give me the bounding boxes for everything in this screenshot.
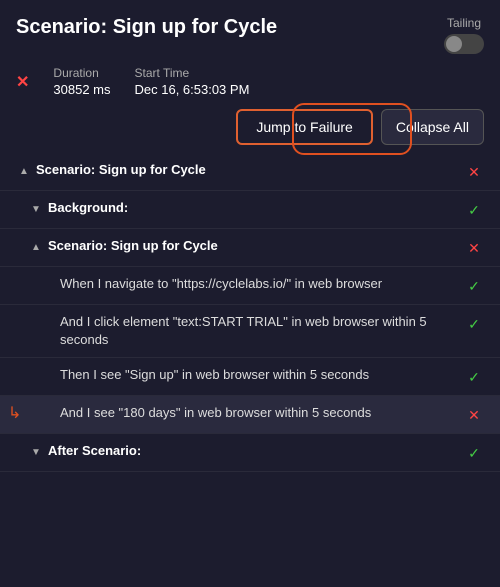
fail-icon: ✕ bbox=[464, 162, 484, 182]
duration-value: 30852 ms bbox=[53, 82, 110, 97]
tree-item[interactable]: ▼After Scenario: ✓ bbox=[0, 434, 500, 472]
toggle-knob bbox=[446, 36, 462, 52]
meta-row: ✕ Duration 30852 ms Start Time Dec 16, 6… bbox=[0, 62, 500, 105]
pass-icon: ✓ bbox=[464, 443, 484, 463]
fail-icon: ✕ bbox=[464, 238, 484, 258]
collapse-all-button[interactable]: Collapse All bbox=[381, 109, 484, 145]
tailing-section: Tailing bbox=[444, 16, 484, 54]
action-row: Jump to Failure Collapse All bbox=[0, 105, 500, 153]
item-text: After Scenario: bbox=[48, 442, 456, 460]
item-text: Scenario: Sign up for Cycle bbox=[48, 237, 456, 255]
header: Scenario: Sign up for Cycle Tailing bbox=[0, 0, 500, 62]
expand-icon[interactable]: ▲ bbox=[28, 239, 44, 255]
duration-label: Duration bbox=[53, 66, 110, 80]
tree-item[interactable]: ▲Scenario: Sign up for Cycle ✕ bbox=[0, 153, 500, 191]
tree-list: ▲Scenario: Sign up for Cycle✕▼Background… bbox=[0, 153, 500, 587]
spacer-icon bbox=[40, 315, 56, 331]
expand-icon[interactable]: ▼ bbox=[28, 444, 44, 460]
item-text: And I see "180 days" in web browser with… bbox=[60, 404, 456, 422]
tree-item[interactable]: When I navigate to "https://cyclelabs.io… bbox=[0, 267, 500, 305]
pass-icon: ✓ bbox=[464, 314, 484, 334]
tree-item[interactable]: ▲Scenario: Sign up for Cycle ✕ bbox=[0, 229, 500, 267]
item-text: Background: bbox=[48, 199, 456, 217]
page-title: Scenario: Sign up for Cycle bbox=[16, 16, 277, 39]
start-time-group: Start Time Dec 16, 6:53:03 PM bbox=[135, 66, 250, 97]
spacer-icon bbox=[40, 406, 56, 422]
tree-item[interactable]: Then I see "Sign up" in web browser with… bbox=[0, 358, 500, 396]
item-text: Scenario: Sign up for Cycle bbox=[36, 161, 456, 179]
item-text: And I click element "text:START TRIAL" i… bbox=[60, 313, 456, 349]
expand-icon[interactable]: ▲ bbox=[16, 163, 32, 179]
app-container: Scenario: Sign up for Cycle Tailing ✕ Du… bbox=[0, 0, 500, 587]
tree-item[interactable]: And I see "180 days" in web browser with… bbox=[0, 396, 500, 434]
pass-icon: ✓ bbox=[464, 200, 484, 220]
start-time-label: Start Time bbox=[135, 66, 250, 80]
spacer-icon bbox=[40, 277, 56, 293]
fail-icon: ✕ bbox=[464, 405, 484, 425]
close-button[interactable]: ✕ bbox=[16, 72, 29, 92]
tree-item[interactable]: And I click element "text:START TRIAL" i… bbox=[0, 305, 500, 358]
start-time-value: Dec 16, 6:53:03 PM bbox=[135, 82, 250, 97]
pass-icon: ✓ bbox=[464, 367, 484, 387]
tailing-label: Tailing bbox=[447, 16, 481, 30]
expand-icon[interactable]: ▼ bbox=[28, 201, 44, 217]
item-text: When I navigate to "https://cyclelabs.io… bbox=[60, 275, 456, 293]
tree-container: ▲Scenario: Sign up for Cycle✕▼Background… bbox=[0, 153, 500, 472]
item-text: Then I see "Sign up" in web browser with… bbox=[60, 366, 456, 384]
arrow-annotation-icon: ↳ bbox=[8, 403, 21, 423]
spacer-icon bbox=[40, 368, 56, 384]
tailing-toggle[interactable] bbox=[444, 34, 484, 54]
duration-group: Duration 30852 ms bbox=[53, 66, 110, 97]
tree-item[interactable]: ▼Background: ✓ bbox=[0, 191, 500, 229]
jump-to-failure-button[interactable]: Jump to Failure bbox=[236, 109, 372, 145]
pass-icon: ✓ bbox=[464, 276, 484, 296]
